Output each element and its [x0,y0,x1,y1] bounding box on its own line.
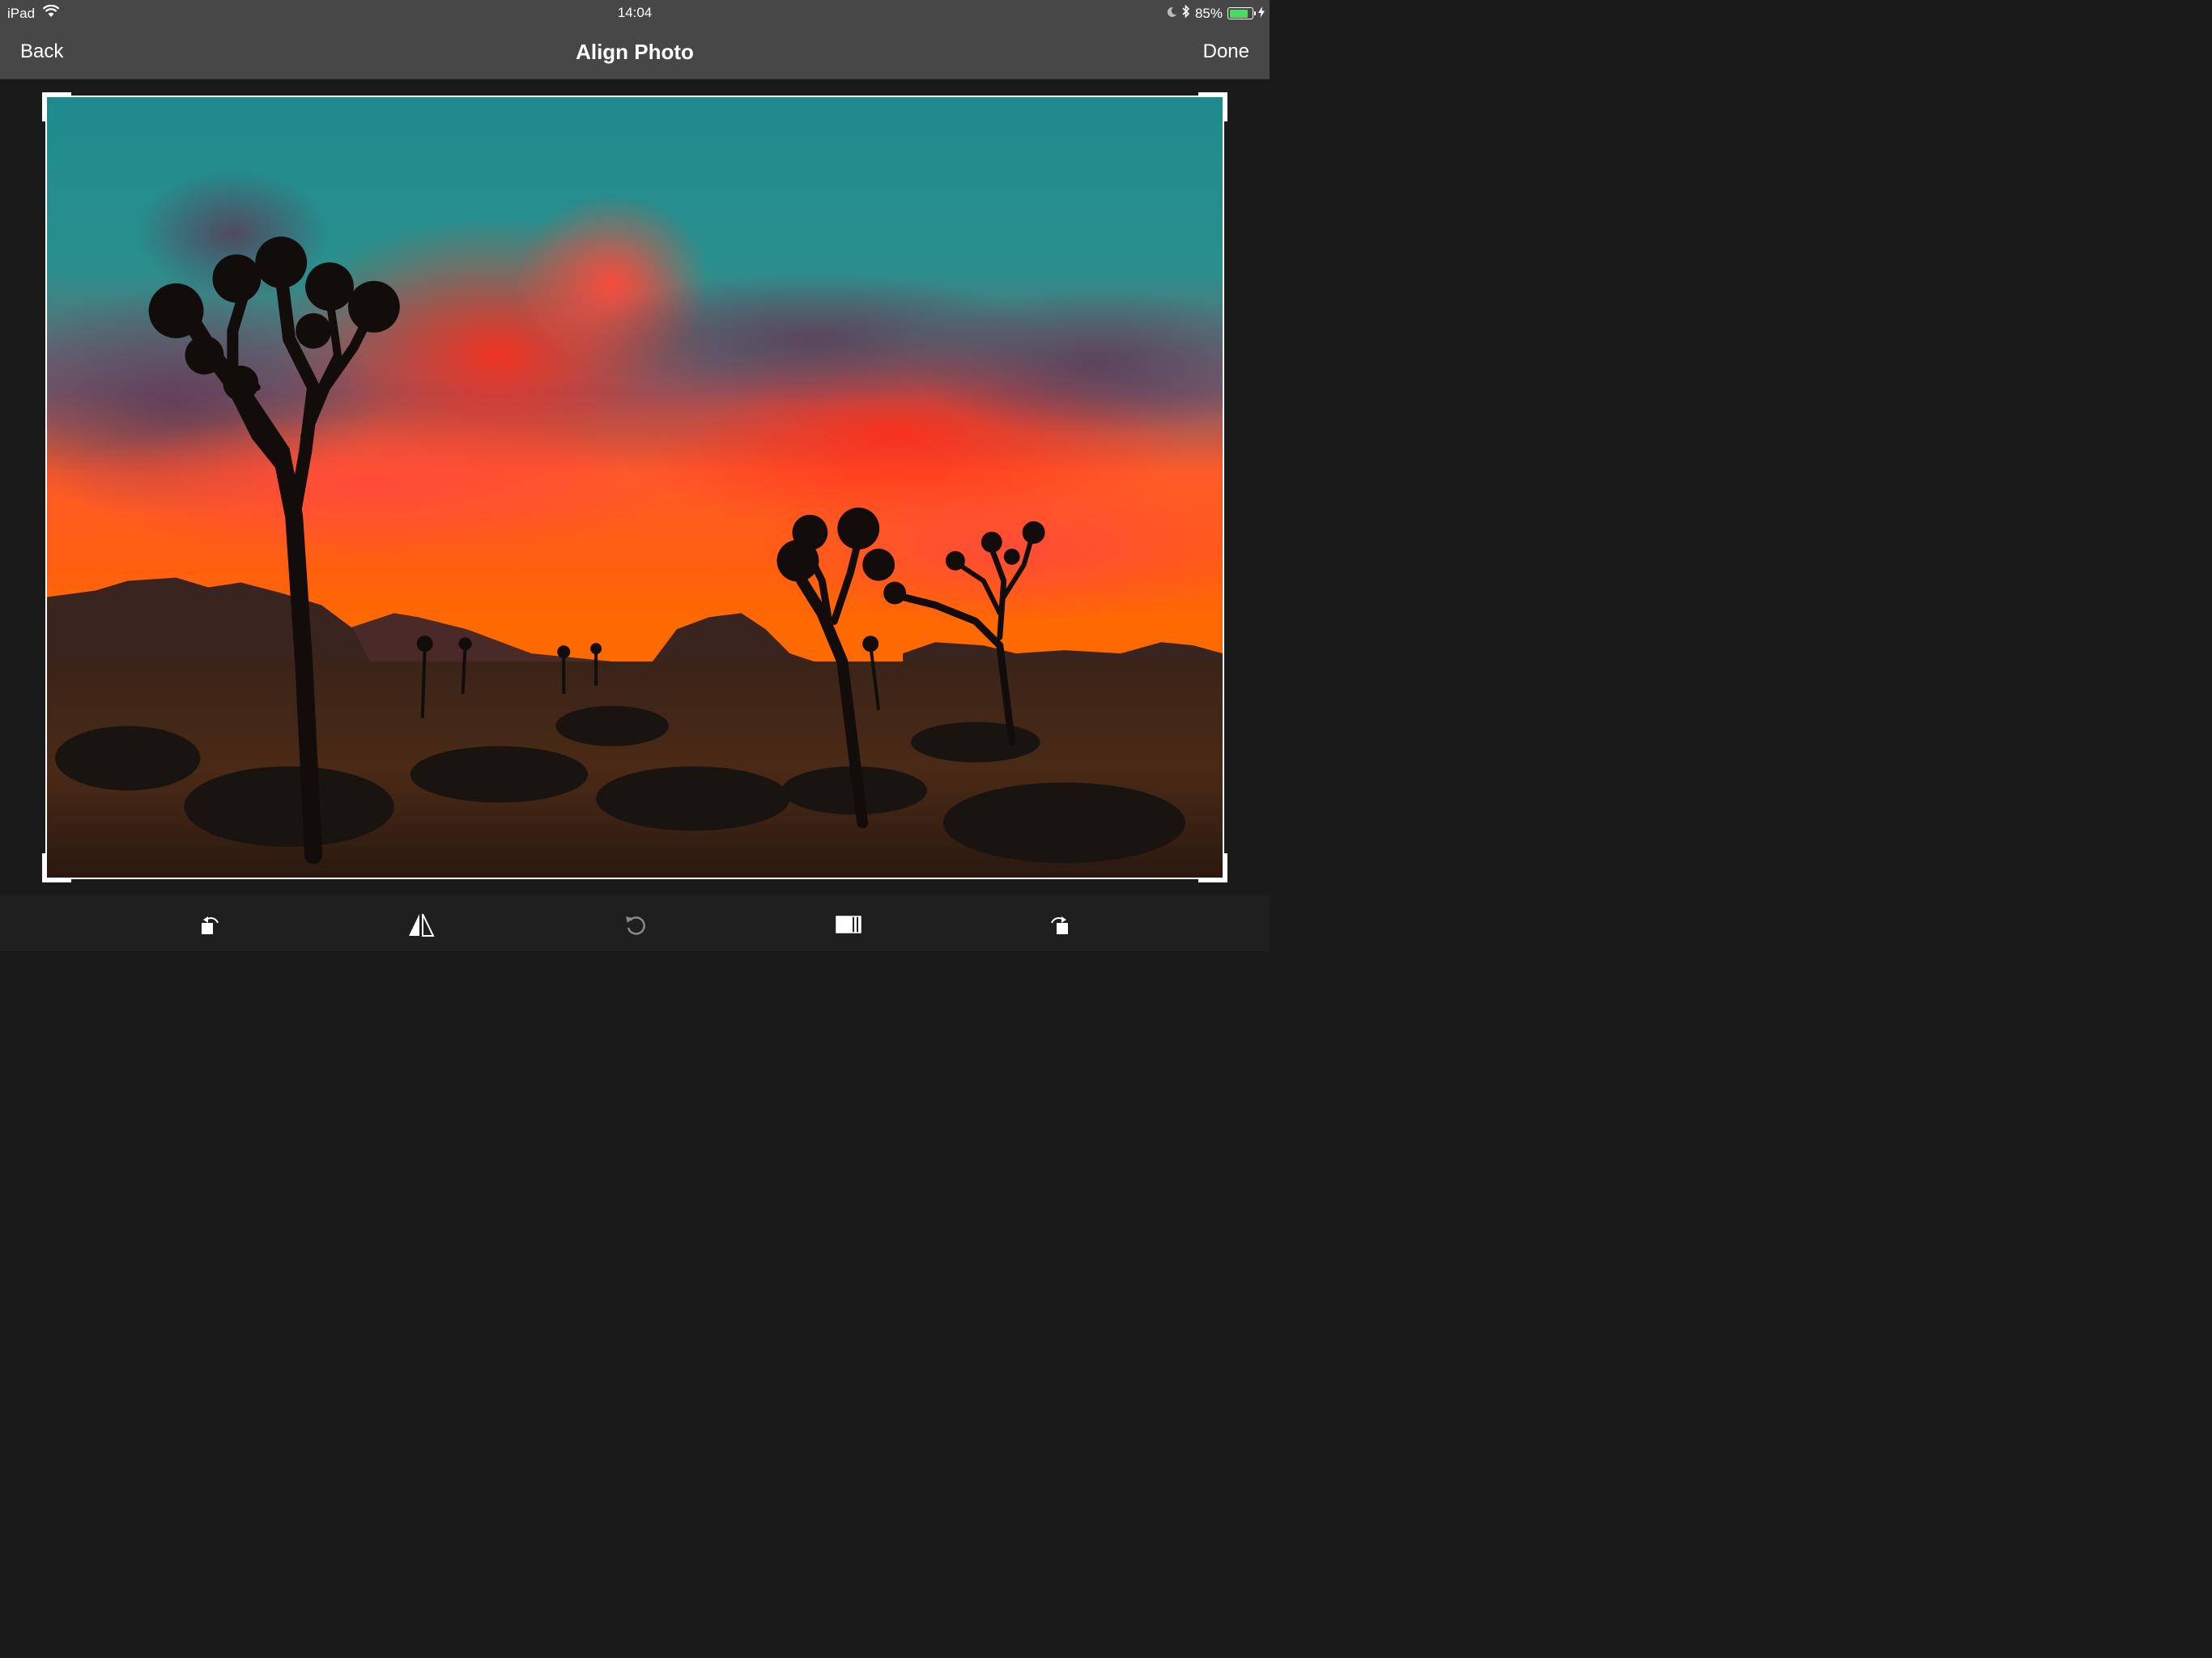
charging-bolt-icon [1258,6,1265,22]
crop-handle-top-left[interactable] [42,92,71,121]
crop-handle-bottom-left[interactable] [42,853,71,882]
rotate-left-button[interactable] [192,907,228,942]
status-bar: iPad 14:04 85% [0,0,1270,26]
battery-percent: 85% [1194,5,1223,21]
photo-editor-area [0,79,1270,895]
do-not-disturb-icon [1166,6,1177,22]
battery-fill [1229,9,1249,18]
aspect-ratio-icon [836,916,861,933]
navigation-bar: Back Align Photo Done [0,26,1270,79]
crop-handle-bottom-right[interactable] [1198,853,1227,882]
flip-button[interactable] [403,907,439,942]
flip-horizontal-icon [409,913,435,937]
undo-rotate-icon [626,916,645,935]
done-button[interactable]: Done [1203,40,1249,63]
rotate-left-icon [202,916,219,934]
status-right: 85% [1166,4,1265,22]
status-time: 14:04 [617,5,653,20]
photo-preview [47,97,1223,878]
rotate-right-icon [1051,916,1068,934]
reset-button[interactable] [618,907,653,942]
page-title: Align Photo [576,40,694,64]
edit-toolbar [0,895,1270,951]
crop-handle-top-right[interactable] [1198,92,1227,121]
photo-crop-area[interactable] [45,96,1224,879]
battery-icon [1227,7,1256,19]
bluetooth-icon [1182,4,1190,22]
rotate-right-button[interactable] [1042,907,1078,942]
aspect-ratio-button[interactable] [831,907,866,942]
